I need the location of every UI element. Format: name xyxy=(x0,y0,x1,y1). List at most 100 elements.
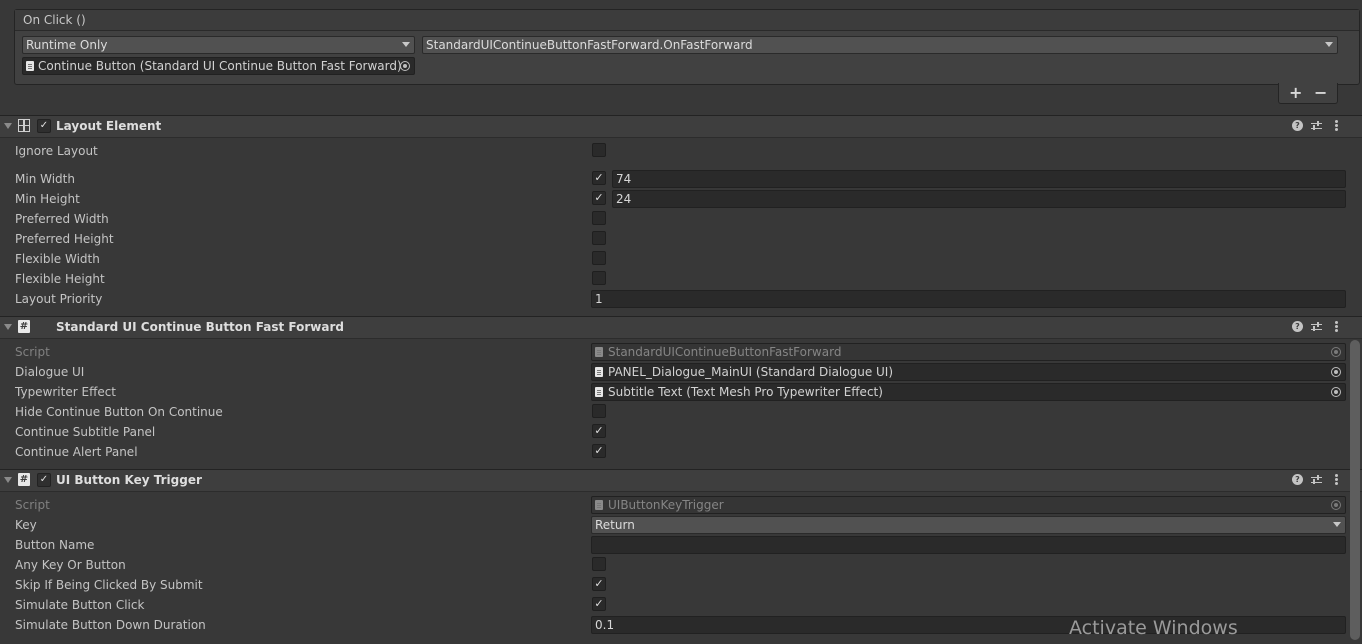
min-width-field[interactable]: 74 xyxy=(612,170,1346,188)
runtime-mode-dropdown[interactable]: Runtime Only xyxy=(22,36,415,54)
min-height-label: Min Height xyxy=(15,192,80,206)
fast-forward-header[interactable]: # Standard UI Continue Button Fast Forwa… xyxy=(0,316,1362,339)
object-picker-icon[interactable] xyxy=(1331,367,1341,377)
continue-alert-checkbox[interactable]: ✓ xyxy=(592,444,606,458)
object-picker-icon xyxy=(1331,500,1341,510)
remove-listener-button[interactable]: − xyxy=(1314,83,1327,102)
help-icon[interactable]: ? xyxy=(1292,474,1303,485)
script-file-icon xyxy=(595,387,603,397)
key-label: Key xyxy=(15,518,37,532)
hide-continue-label: Hide Continue Button On Continue xyxy=(15,405,223,419)
script-hash-icon: # xyxy=(18,473,30,486)
ff-script-label: Script xyxy=(15,345,50,359)
chevron-down-icon xyxy=(402,42,410,47)
key-value: Return xyxy=(595,518,635,532)
flexible-width-checkbox[interactable] xyxy=(592,251,606,265)
layout-priority-value: 1 xyxy=(595,292,603,306)
ff-script-value: StandardUIContinueButtonFastForward xyxy=(608,345,842,359)
fast-forward-title: Standard UI Continue Button Fast Forward xyxy=(56,320,344,334)
any-key-checkbox[interactable] xyxy=(592,557,606,571)
kt-script-value: UIButtonKeyTrigger xyxy=(608,498,724,512)
preferred-width-checkbox[interactable] xyxy=(592,211,606,225)
preferred-width-label: Preferred Width xyxy=(15,212,109,226)
layout-element-enabled-toggle[interactable]: ✓ xyxy=(37,119,51,133)
flexible-height-checkbox[interactable] xyxy=(592,271,606,285)
target-object-value: Continue Button (Standard UI Continue Bu… xyxy=(38,59,402,73)
continue-subtitle-checkbox[interactable]: ✓ xyxy=(592,424,606,438)
presets-icon[interactable] xyxy=(1311,474,1322,485)
typewriter-effect-value: Subtitle Text (Text Mesh Pro Typewriter … xyxy=(608,385,883,399)
layout-element-title: Layout Element xyxy=(56,119,162,133)
simulate-duration-value: 0.1 xyxy=(595,618,615,632)
chevron-down-icon xyxy=(1333,522,1341,527)
min-width-value: 74 xyxy=(616,172,632,186)
presets-icon[interactable] xyxy=(1311,321,1322,332)
foldout-arrow-icon[interactable] xyxy=(4,477,12,483)
target-object-field[interactable]: Continue Button (Standard UI Continue Bu… xyxy=(22,57,415,75)
typewriter-effect-field[interactable]: Subtitle Text (Text Mesh Pro Typewriter … xyxy=(591,383,1346,401)
onclick-title: On Click () xyxy=(23,13,86,27)
flexible-width-label: Flexible Width xyxy=(15,252,100,266)
list-add-remove-controls: + − xyxy=(1278,83,1338,104)
dialogue-ui-value: PANEL_Dialogue_MainUI (Standard Dialogue… xyxy=(608,365,894,379)
onclick-event-panel: On Click () Runtime Only StandardUIConti… xyxy=(14,9,1360,85)
function-value: StandardUIContinueButtonFastForward.OnFa… xyxy=(426,38,753,52)
script-file-icon xyxy=(595,347,603,357)
runtime-mode-value: Runtime Only xyxy=(26,38,108,52)
min-height-checkbox[interactable]: ✓ xyxy=(592,191,606,205)
min-height-value: 24 xyxy=(616,192,632,206)
object-picker-icon xyxy=(1331,347,1341,357)
flexible-height-label: Flexible Height xyxy=(15,272,105,286)
preferred-height-label: Preferred Height xyxy=(15,232,114,246)
foldout-arrow-icon[interactable] xyxy=(4,123,12,129)
script-file-icon xyxy=(595,367,603,377)
hide-continue-checkbox[interactable] xyxy=(592,404,606,418)
dialogue-ui-label: Dialogue UI xyxy=(15,365,85,379)
layout-priority-label: Layout Priority xyxy=(15,292,103,306)
ignore-layout-checkbox[interactable] xyxy=(592,143,606,157)
object-picker-icon[interactable] xyxy=(400,61,410,71)
presets-icon[interactable] xyxy=(1311,120,1322,131)
min-height-field[interactable]: 24 xyxy=(612,190,1346,208)
min-width-label: Min Width xyxy=(15,172,75,186)
layout-element-header[interactable]: ✓ Layout Element ? xyxy=(0,115,1362,138)
button-name-label: Button Name xyxy=(15,538,95,552)
typewriter-effect-label: Typewriter Effect xyxy=(15,385,117,399)
foldout-arrow-icon[interactable] xyxy=(4,324,12,330)
kebab-menu-icon[interactable] xyxy=(1335,120,1338,131)
function-dropdown[interactable]: StandardUIContinueButtonFastForward.OnFa… xyxy=(422,36,1338,54)
activate-windows-watermark: Activate Windows xyxy=(1069,617,1238,639)
min-width-checkbox[interactable]: ✓ xyxy=(592,171,606,185)
key-trigger-title: UI Button Key Trigger xyxy=(56,473,202,487)
kt-script-field: UIButtonKeyTrigger xyxy=(591,496,1346,514)
continue-subtitle-label: Continue Subtitle Panel xyxy=(15,425,156,439)
simulate-click-label: Simulate Button Click xyxy=(15,598,145,612)
continue-alert-label: Continue Alert Panel xyxy=(15,445,138,459)
skip-submit-checkbox[interactable]: ✓ xyxy=(592,577,606,591)
object-picker-icon[interactable] xyxy=(1331,387,1341,397)
ignore-layout-label: Ignore Layout xyxy=(15,144,98,158)
add-listener-button[interactable]: + xyxy=(1289,83,1302,102)
any-key-label: Any Key Or Button xyxy=(15,558,126,572)
ff-script-field: StandardUIContinueButtonFastForward xyxy=(591,343,1346,361)
preferred-height-checkbox[interactable] xyxy=(592,231,606,245)
dialogue-ui-field[interactable]: PANEL_Dialogue_MainUI (Standard Dialogue… xyxy=(591,363,1346,381)
inspector-scrollbar[interactable] xyxy=(1350,340,1360,640)
onclick-header: On Click () xyxy=(15,10,1359,31)
skip-submit-label: Skip If Being Clicked By Submit xyxy=(15,578,203,592)
kt-script-label: Script xyxy=(15,498,50,512)
key-trigger-header[interactable]: # ✓ UI Button Key Trigger ? xyxy=(0,469,1362,492)
kebab-menu-icon[interactable] xyxy=(1335,321,1338,332)
kebab-menu-icon[interactable] xyxy=(1335,474,1338,485)
layout-priority-field[interactable]: 1 xyxy=(591,290,1346,308)
key-dropdown[interactable]: Return xyxy=(591,516,1346,534)
simulate-duration-label: Simulate Button Down Duration xyxy=(15,618,206,632)
script-file-icon xyxy=(595,500,603,510)
help-icon[interactable]: ? xyxy=(1292,321,1303,332)
script-file-icon xyxy=(26,61,34,71)
key-trigger-enabled-toggle[interactable]: ✓ xyxy=(37,473,51,487)
script-hash-icon: # xyxy=(18,320,30,333)
help-icon[interactable]: ? xyxy=(1292,120,1303,131)
simulate-click-checkbox[interactable]: ✓ xyxy=(592,597,606,611)
button-name-field[interactable] xyxy=(591,536,1346,554)
